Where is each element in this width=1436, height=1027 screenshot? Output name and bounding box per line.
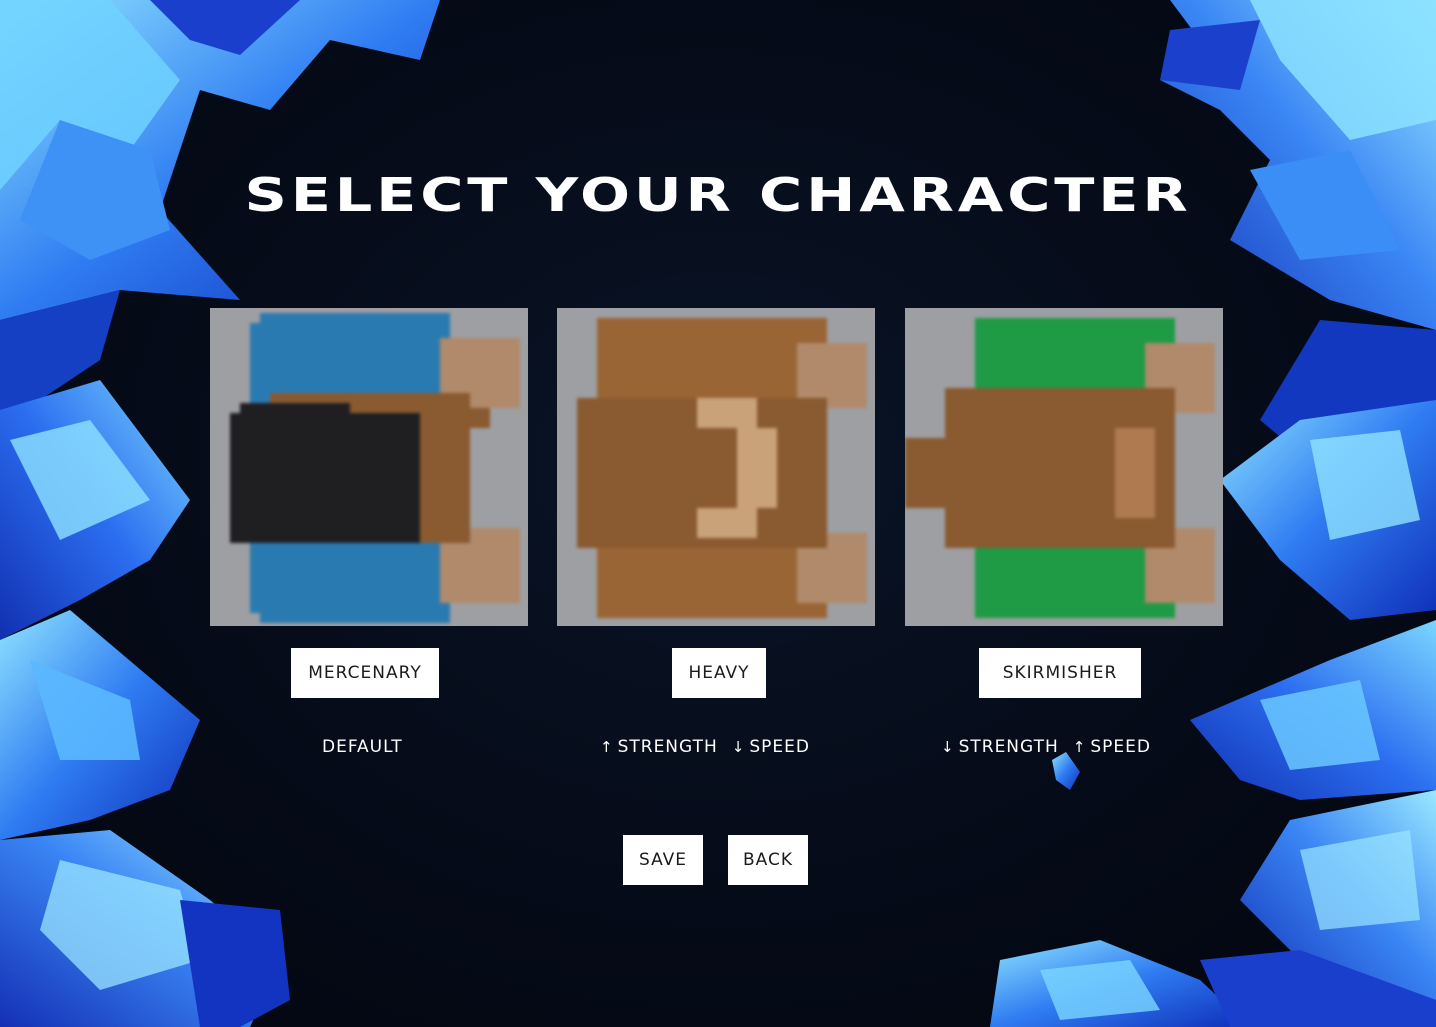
back-label: BACK — [742, 850, 793, 870]
save-label: SAVE — [638, 850, 688, 870]
skirmisher-stats: ↓ STRENGTH ↑ SPEED — [941, 737, 1151, 757]
character-card-heavy[interactable] — [557, 308, 875, 626]
save-button[interactable]: SAVE — [623, 835, 703, 885]
skirmisher-button[interactable]: SKIRMISHER — [979, 648, 1141, 698]
character-card-mercenary[interactable] — [210, 308, 528, 626]
arrow-up-icon: ↑ — [600, 738, 614, 756]
heavy-stats: ↑ STRENGTH ↓ SPEED — [600, 737, 810, 757]
mercenary-label: MERCENARY — [308, 663, 422, 683]
mercenary-stat-default: DEFAULT — [322, 737, 403, 757]
back-button[interactable]: BACK — [728, 835, 808, 885]
mercenary-sprite — [210, 308, 528, 626]
mercenary-stats: DEFAULT — [322, 737, 403, 757]
arrow-down-icon: ↓ — [731, 738, 746, 756]
character-select-screen: SELECT YOUR CHARACTER MERCENARY HEAVY SK… — [0, 0, 1436, 1027]
arrow-down-icon: ↓ — [941, 738, 955, 756]
heavy-stat-speed: ↓ SPEED — [731, 737, 810, 757]
character-card-skirmisher[interactable] — [905, 308, 1223, 626]
skirmisher-label: SKIRMISHER — [1002, 663, 1118, 683]
skirmisher-stat-speed: ↑ SPEED — [1072, 737, 1151, 757]
skirmisher-stat-strength: ↓ STRENGTH — [941, 737, 1059, 757]
heavy-sprite — [557, 308, 875, 626]
mercenary-button[interactable]: MERCENARY — [291, 648, 439, 698]
heavy-stat-strength: ↑ STRENGTH — [600, 737, 718, 757]
arrow-up-icon: ↑ — [1072, 738, 1087, 756]
skirmisher-sprite — [905, 308, 1223, 626]
heavy-button[interactable]: HEAVY — [672, 648, 766, 698]
page-title: SELECT YOUR CHARACTER — [244, 168, 1192, 222]
heavy-label: HEAVY — [688, 663, 750, 683]
